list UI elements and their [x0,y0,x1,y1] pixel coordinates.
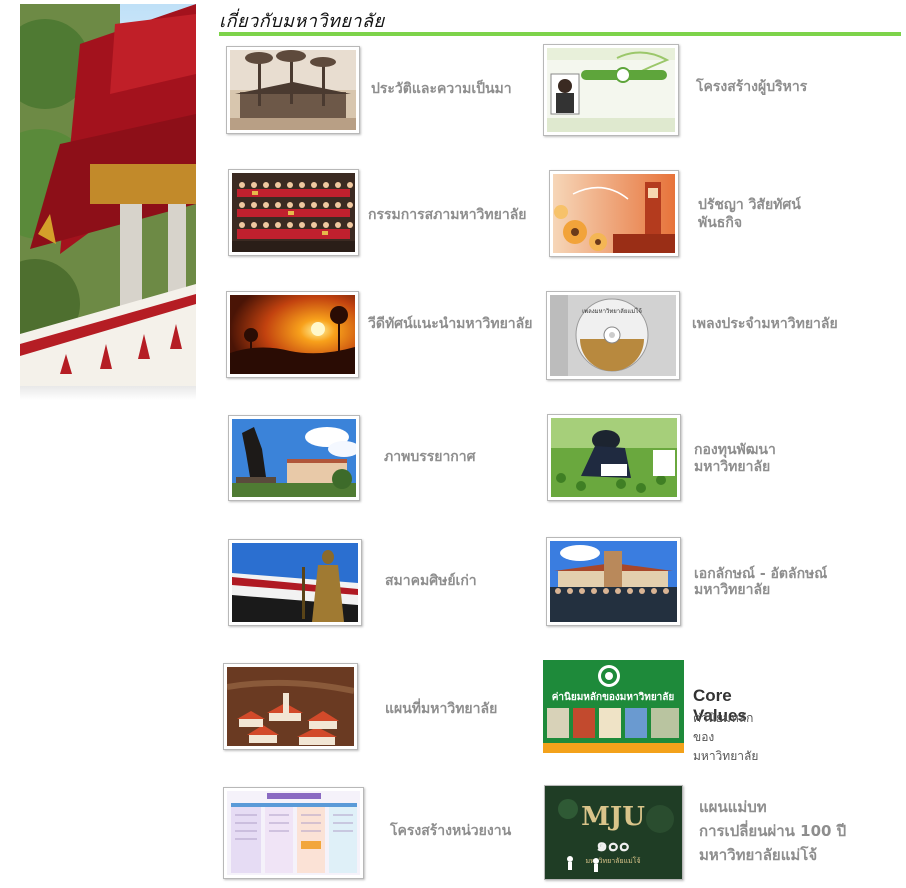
tile-label: กรรมการสภามหาวิทยาลัย [368,207,527,223]
campus-map [223,663,358,750]
organization-chart [223,787,364,879]
tile-label-line2: มหาวิทยาลัย [694,582,771,598]
tile-label: โครงสร้างผู้บริหาร [696,79,808,95]
tile-label: โครงสร้างหน่วยงาน [390,823,512,839]
tile-label: ปรัชญา วิสัยทัศน์ [698,197,801,213]
banner-text: ค่านิยมหลักของมหาวิทยาลัย [552,691,675,703]
tile-label: แผนที่มหาวิทยาลัย [385,701,498,717]
tile-label: ภาพบรรยากาศ [384,449,476,465]
core-values-subtitle: ค่านิยมหลักของมหาวิทยาลัย [693,711,759,763]
tile-label-line3: มหาวิทยาลัยแม่โจ้ [699,846,818,864]
mju-100-years-poster: MJU ๑๐๐ มหาวิทยาลัยแม่โจ้ [544,785,683,880]
cd-title-text: เพลงมหาวิทยาลัยแม่โจ้ [582,307,642,315]
alumni-statue-photo [228,539,362,626]
poster-number: ๑๐๐ [596,835,629,856]
clock-tower-flowers [549,170,679,257]
title-rule [219,32,901,36]
tile-label: แผนแม่บท [699,798,767,816]
temple-hero-image [20,4,196,388]
hero-shadow [20,386,196,400]
tile-label: ประวัติและความเป็นมา [371,81,512,97]
tile-label: สมาคมศิษย์เก่า [385,573,477,589]
poster-logo: MJU [581,802,645,832]
tile-label: เพลงประจำมหาวิทยาลัย [692,316,838,332]
council-group-photo [228,169,359,256]
sunset-video [226,291,359,378]
tile-label: กองทุนพัฒนา [694,442,776,458]
core-values-banner: ค่านิยมหลักของมหาวิทยาลัย [543,660,684,753]
tile-label: วีดีทัศน์แนะนำมหาวิทยาลัย [368,316,533,332]
section-title: เกี่ยวกับมหาวิทยาลัย [219,11,385,32]
campus-statue-photo [228,415,360,501]
tile-label-line2: มหาวิทยาลัย [694,459,771,475]
tile-label-line2: พันธกิจ [698,215,743,231]
administrator-structure-webpage [543,44,679,136]
historic-building-photo [226,46,360,134]
identity-group-photo [546,537,681,626]
music-cd: เพลงมหาวิทยาลัยแม่โจ้ [546,291,680,380]
farmer-writing-photo [547,414,681,501]
tile-label: เอกลักษณ์ - อัตลักษณ์ [694,566,828,582]
tile-label-line2: การเปลี่ยนผ่าน 100 ปี [699,822,847,840]
